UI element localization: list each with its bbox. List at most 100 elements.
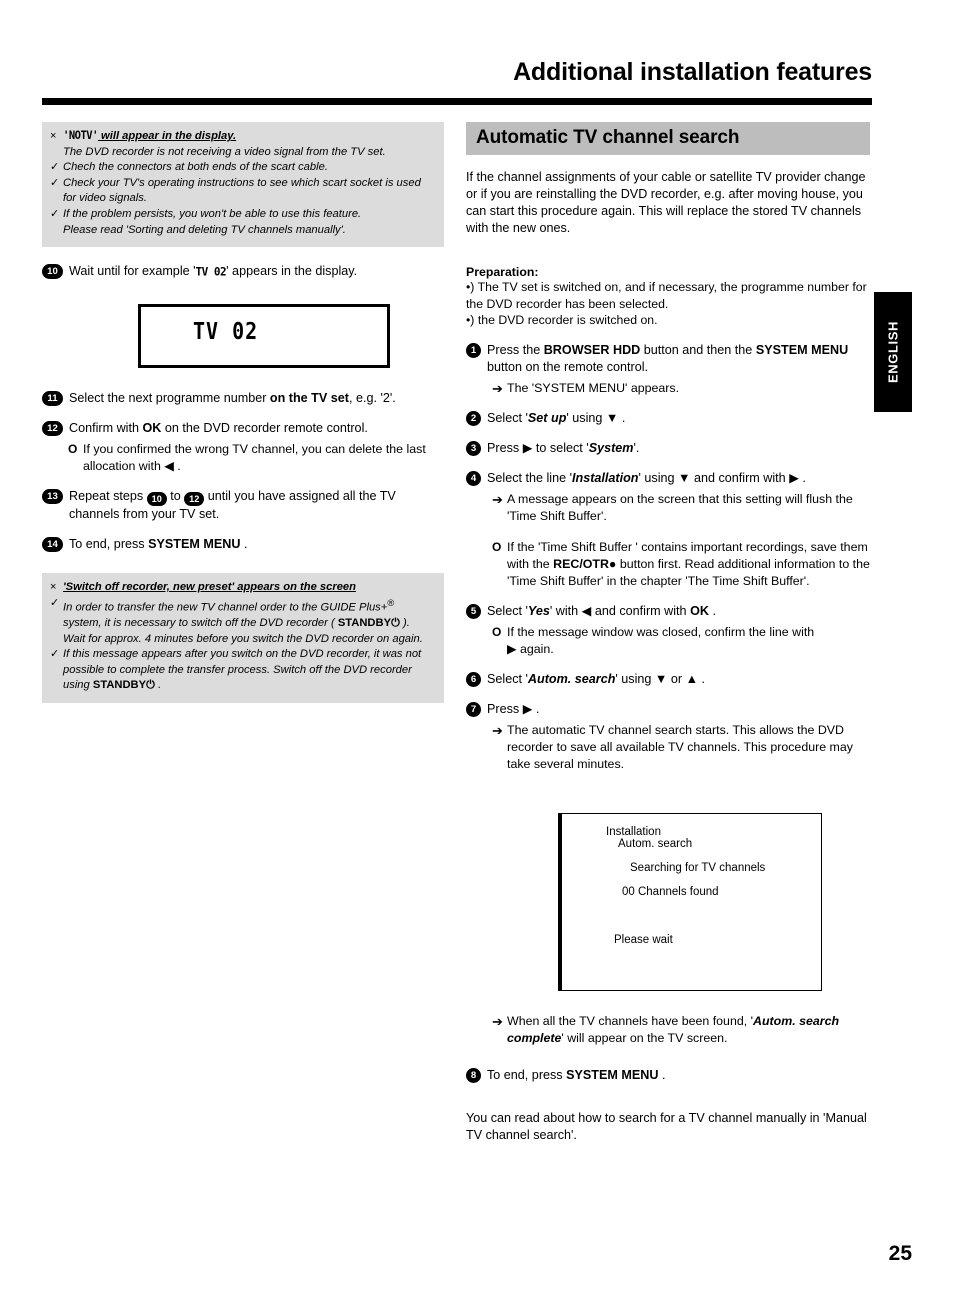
- step-number-badge: 13: [42, 489, 63, 505]
- standby-button-label: STANDBY: [92, 679, 147, 692]
- step-1: 1 Press the BROWSER HDD button and then …: [466, 342, 870, 376]
- tv-screen-mockup: Installation Autom. search Searching for…: [558, 812, 822, 991]
- check-mark-icon: ✓: [50, 207, 60, 220]
- tv-menu-subtitle: Autom. search: [618, 837, 693, 850]
- step-2: 2 Select 'Set up' using ▼ .: [466, 410, 870, 427]
- preparation-line: •) the DVD recorder is switched on.: [466, 313, 658, 327]
- s5-pre: Select ': [487, 603, 528, 618]
- s3-mid: to select ': [532, 440, 589, 455]
- intro-paragraph: If the channel assignments of your cable…: [466, 170, 866, 235]
- menu-item-system: System: [588, 440, 634, 455]
- step-4-result-text: A message appears on the screen that thi…: [507, 491, 853, 523]
- step-number-badge: 2: [466, 410, 481, 426]
- step-ref-badge-to: 12: [184, 492, 205, 507]
- step-7-result: ➔ The automatic TV channel search starts…: [487, 722, 870, 773]
- step-3: 3 Press ▶ to select 'System'.: [466, 440, 870, 457]
- step-number-badge: 11: [42, 391, 63, 407]
- note-item-subtext: Please read 'Sorting and deleting TV cha…: [63, 223, 346, 236]
- s5b-post: again.: [516, 641, 554, 656]
- note-heading-rest: will appear in the display.: [97, 130, 237, 142]
- s8-post: .: [658, 1067, 666, 1082]
- step-10: 10 Wait until for example 'TV 02' appear…: [42, 263, 444, 280]
- header-rule: [42, 98, 872, 105]
- step-number-badge: 12: [42, 421, 63, 437]
- arrow-right-icon: ➔: [492, 380, 503, 396]
- left-arrow-icon: ◀: [581, 603, 592, 618]
- arrow-right-icon: ➔: [492, 722, 503, 738]
- up-arrow-icon: ▲: [685, 671, 699, 686]
- as-pre: When all the TV channels have been found…: [507, 1013, 753, 1028]
- step-number-badge: 1: [466, 342, 481, 358]
- step-14-pre: To end, press: [69, 537, 149, 552]
- s8-pre: To end, press: [487, 1067, 567, 1082]
- step-text: Confirm with OK on the DVD recorder remo…: [69, 420, 444, 437]
- note-item-text: In order to transfer the new TV channel …: [63, 596, 434, 648]
- rec-otr-button-label: REC/OTR: [553, 556, 609, 571]
- step-5-bullet-text: If the message window was closed, confir…: [507, 624, 870, 658]
- left-arrow-icon: ◀: [164, 459, 174, 474]
- note-heading-sub: The DVD recorder is not receiving a vide…: [63, 145, 386, 158]
- ok-button-label: OK: [690, 603, 709, 618]
- step-5: 5 Select 'Yes' with ◀ and confirm with O…: [466, 603, 870, 620]
- arrow-right-icon: ➔: [492, 491, 503, 507]
- s6-post: .: [698, 671, 706, 686]
- nb-part1: In order to transfer the new TV channel …: [63, 601, 388, 614]
- step-13: 13 Repeat steps 10 to 12 until you have …: [42, 488, 444, 523]
- bullet-post: .: [173, 459, 181, 474]
- step-text: To end, press SYSTEM MENU .: [69, 536, 444, 553]
- step-12-bullet: O If you confirmed the wrong TV channel,…: [63, 441, 444, 475]
- note-heading-row: × 'Switch off recorder, new preset' appe…: [48, 580, 434, 596]
- s5-mid2: and confirm with: [591, 603, 691, 618]
- step-7-result-text: The automatic TV channel search starts. …: [507, 722, 853, 771]
- s7-post: .: [532, 701, 540, 716]
- s5-mid: ' with: [549, 603, 582, 618]
- preparation-line: •) The TV set is switched on, and if nec…: [466, 280, 867, 311]
- menu-option-yes: Yes: [527, 603, 550, 618]
- as-post: ' will appear on the TV screen.: [561, 1030, 728, 1045]
- page-header: Additional installation features: [42, 58, 872, 87]
- s3-post: '.: [633, 440, 640, 455]
- note-heading-text: 'Switch off recorder, new preset' appear…: [63, 581, 356, 594]
- step-text: To end, press SYSTEM MENU .: [487, 1067, 870, 1084]
- section-title: Automatic TV channel search: [466, 122, 870, 155]
- power-icon: ⏻: [391, 617, 400, 630]
- s1-post: button on the remote control.: [487, 359, 649, 374]
- tv-menu-title: Installation: [606, 825, 661, 838]
- right-arrow-icon: ▶: [507, 641, 517, 656]
- step-ref-badge-from: 10: [146, 492, 167, 507]
- note-heading-body: 'Switch off recorder, new preset' appear…: [63, 580, 434, 596]
- step-text: Select 'Set up' using ▼ .: [487, 410, 870, 427]
- right-arrow-icon: ▶: [789, 470, 799, 485]
- note-heading-body: 'NOTV' will appear in the display. The D…: [63, 129, 434, 160]
- step-14-post: .: [240, 537, 248, 552]
- hollow-circle-icon: O: [68, 442, 78, 457]
- step-11-pre: Select the next programme number: [69, 391, 270, 406]
- closing-paragraph: You can read about how to search for a T…: [466, 1110, 867, 1142]
- note-item: ✓ Check your TV's operating instructions…: [48, 176, 434, 207]
- step-number-badge: 6: [466, 671, 481, 687]
- cross-mark-icon: ×: [50, 130, 57, 142]
- s5-post: .: [708, 603, 716, 618]
- step-text: Press ▶ .: [487, 701, 870, 718]
- s4-post: .: [798, 470, 806, 485]
- step-number-badge: 7: [466, 701, 481, 717]
- system-menu-button-label: SYSTEM MENU: [148, 537, 241, 552]
- step-4-bullet-text: If the 'Time Shift Buffer ' contains imp…: [507, 539, 870, 590]
- note-item-text: Chech the connectors at both ends of the…: [63, 161, 328, 174]
- s6-mid2: or: [667, 671, 686, 686]
- note-item-text: Check your TV's operating instructions t…: [63, 176, 421, 205]
- note-box-switch-off: × 'Switch off recorder, new preset' appe…: [42, 573, 444, 704]
- registered-icon: ®: [387, 597, 395, 608]
- step-4-bullet: O If the 'Time Shift Buffer ' contains i…: [487, 539, 870, 590]
- step-number-badge: 14: [42, 537, 63, 553]
- note-item-body: If the problem persists, you won't be ab…: [63, 207, 434, 238]
- step-text: Select 'Autom. search' using ▼ or ▲ .: [487, 671, 870, 688]
- step-text: Wait until for example 'TV 02' appears i…: [69, 263, 444, 280]
- s5b-pre: If the message window was closed, confir…: [507, 624, 815, 639]
- step-number-badge: 8: [466, 1067, 481, 1083]
- step-text: Select 'Yes' with ◀ and confirm with OK …: [487, 603, 870, 620]
- check-mark-icon: ✓: [50, 596, 60, 609]
- step-text: Press the BROWSER HDD button and then th…: [487, 342, 870, 376]
- step-11: 11 Select the next programme number on t…: [42, 390, 444, 407]
- step-13-mid: to: [166, 489, 185, 504]
